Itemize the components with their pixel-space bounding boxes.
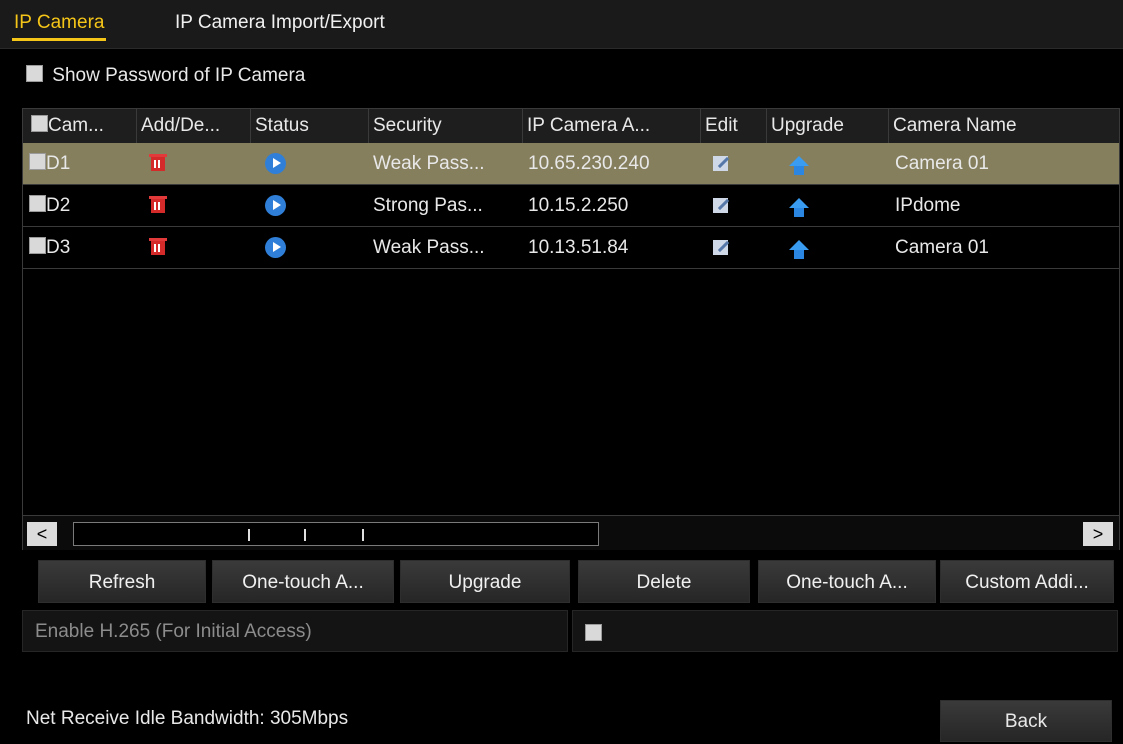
row-cam-cell: D2: [29, 185, 70, 226]
one-touch-activate-button[interactable]: One-touch A...: [212, 560, 394, 603]
show-password-option[interactable]: Show Password of IP Camera: [26, 65, 305, 87]
row-cam-id: D1: [46, 153, 71, 174]
status-cell: [265, 227, 286, 268]
row-cam-cell: D1: [29, 143, 70, 184]
trash-icon[interactable]: [149, 238, 167, 255]
tab-ip-camera-import-export[interactable]: IP Camera Import/Export: [175, 12, 385, 34]
row-cam-id: D3: [46, 237, 71, 258]
tab-bar: IP Camera IP Camera Import/Export: [0, 0, 1123, 49]
play-icon[interactable]: [265, 237, 286, 258]
delete-camera-cell: [149, 227, 167, 268]
horizontal-scrollbar[interactable]: < >: [23, 515, 1119, 550]
select-all-checkbox[interactable]: [31, 115, 48, 132]
status-cell: [265, 185, 286, 226]
row-security: Strong Pas...: [373, 195, 483, 216]
trash-icon[interactable]: [149, 154, 167, 171]
column-header-edit[interactable]: Edit: [701, 109, 767, 143]
column-header-camera-name[interactable]: Camera Name: [889, 109, 1119, 143]
column-header-status[interactable]: Status: [251, 109, 369, 143]
row-security: Weak Pass...: [373, 237, 485, 258]
edit-cell: [713, 143, 728, 184]
scroll-left-button[interactable]: <: [27, 522, 57, 546]
scroll-grip: [304, 529, 306, 541]
tab-ip-camera[interactable]: IP Camera: [11, 12, 107, 41]
show-password-label: Show Password of IP Camera: [52, 65, 306, 86]
column-header-upgrade[interactable]: Upgrade: [767, 109, 889, 143]
scroll-grip: [248, 529, 250, 541]
upgrade-cell: [789, 143, 809, 184]
row-security: Weak Pass...: [373, 153, 485, 174]
bandwidth-status: Net Receive Idle Bandwidth: 305Mbps: [26, 708, 349, 729]
scroll-right-button[interactable]: >: [1083, 522, 1113, 546]
edit-icon[interactable]: [713, 240, 728, 255]
delete-camera-cell: [149, 185, 167, 226]
trash-icon[interactable]: [149, 196, 167, 213]
upgrade-arrow-icon[interactable]: [789, 156, 809, 175]
row-cam-cell: D3: [29, 227, 70, 268]
edit-icon[interactable]: [713, 156, 728, 171]
scroll-grip: [362, 529, 364, 541]
refresh-button[interactable]: Refresh: [38, 560, 206, 603]
edit-cell: [713, 185, 728, 226]
custom-adding-button[interactable]: Custom Addi...: [940, 560, 1114, 603]
play-icon[interactable]: [265, 195, 286, 216]
upgrade-arrow-icon[interactable]: [789, 198, 809, 217]
upgrade-cell: [789, 185, 809, 226]
table-row[interactable]: D1 Weak Pass... 10.65.230.240 Camera 01: [23, 143, 1119, 185]
play-icon[interactable]: [265, 153, 286, 174]
upgrade-button[interactable]: Upgrade: [400, 560, 570, 603]
table-header: Cam... Add/De... Status Security IP Came…: [23, 109, 1119, 143]
table-row[interactable]: D2 Strong Pas... 10.15.2.250 IPdome: [23, 185, 1119, 227]
row-ip-address: 10.13.51.84: [528, 237, 629, 258]
row-cam-id: D2: [46, 195, 71, 216]
show-password-checkbox[interactable]: [26, 65, 43, 82]
table-row[interactable]: D3 Weak Pass... 10.13.51.84 Camera 01: [23, 227, 1119, 269]
column-header-security[interactable]: Security: [369, 109, 523, 143]
edit-cell: [713, 227, 728, 268]
row-camera-name: Camera 01: [895, 153, 989, 174]
delete-button[interactable]: Delete: [578, 560, 750, 603]
one-touch-adding-button[interactable]: One-touch A...: [758, 560, 936, 603]
row-checkbox[interactable]: [29, 195, 46, 212]
edit-icon[interactable]: [713, 198, 728, 213]
h265-label: Enable H.265 (For Initial Access): [22, 610, 568, 652]
row-checkbox[interactable]: [29, 237, 46, 254]
row-camera-name: Camera 01: [895, 237, 989, 258]
h265-checkbox[interactable]: [585, 624, 602, 641]
row-checkbox[interactable]: [29, 153, 46, 170]
upgrade-cell: [789, 227, 809, 268]
column-header-cam[interactable]: Cam...: [23, 109, 137, 143]
row-ip-address: 10.15.2.250: [528, 195, 629, 216]
scrollbar-thumb[interactable]: [73, 522, 599, 546]
h265-option: [572, 610, 1118, 652]
row-camera-name: IPdome: [895, 195, 961, 216]
status-cell: [265, 143, 286, 184]
column-header-ip-address[interactable]: IP Camera A...: [523, 109, 701, 143]
camera-table: Cam... Add/De... Status Security IP Came…: [22, 108, 1120, 550]
row-ip-address: 10.65.230.240: [528, 153, 650, 174]
delete-camera-cell: [149, 143, 167, 184]
back-button[interactable]: Back: [940, 700, 1112, 742]
column-header-add-delete[interactable]: Add/De...: [137, 109, 251, 143]
upgrade-arrow-icon[interactable]: [789, 240, 809, 259]
